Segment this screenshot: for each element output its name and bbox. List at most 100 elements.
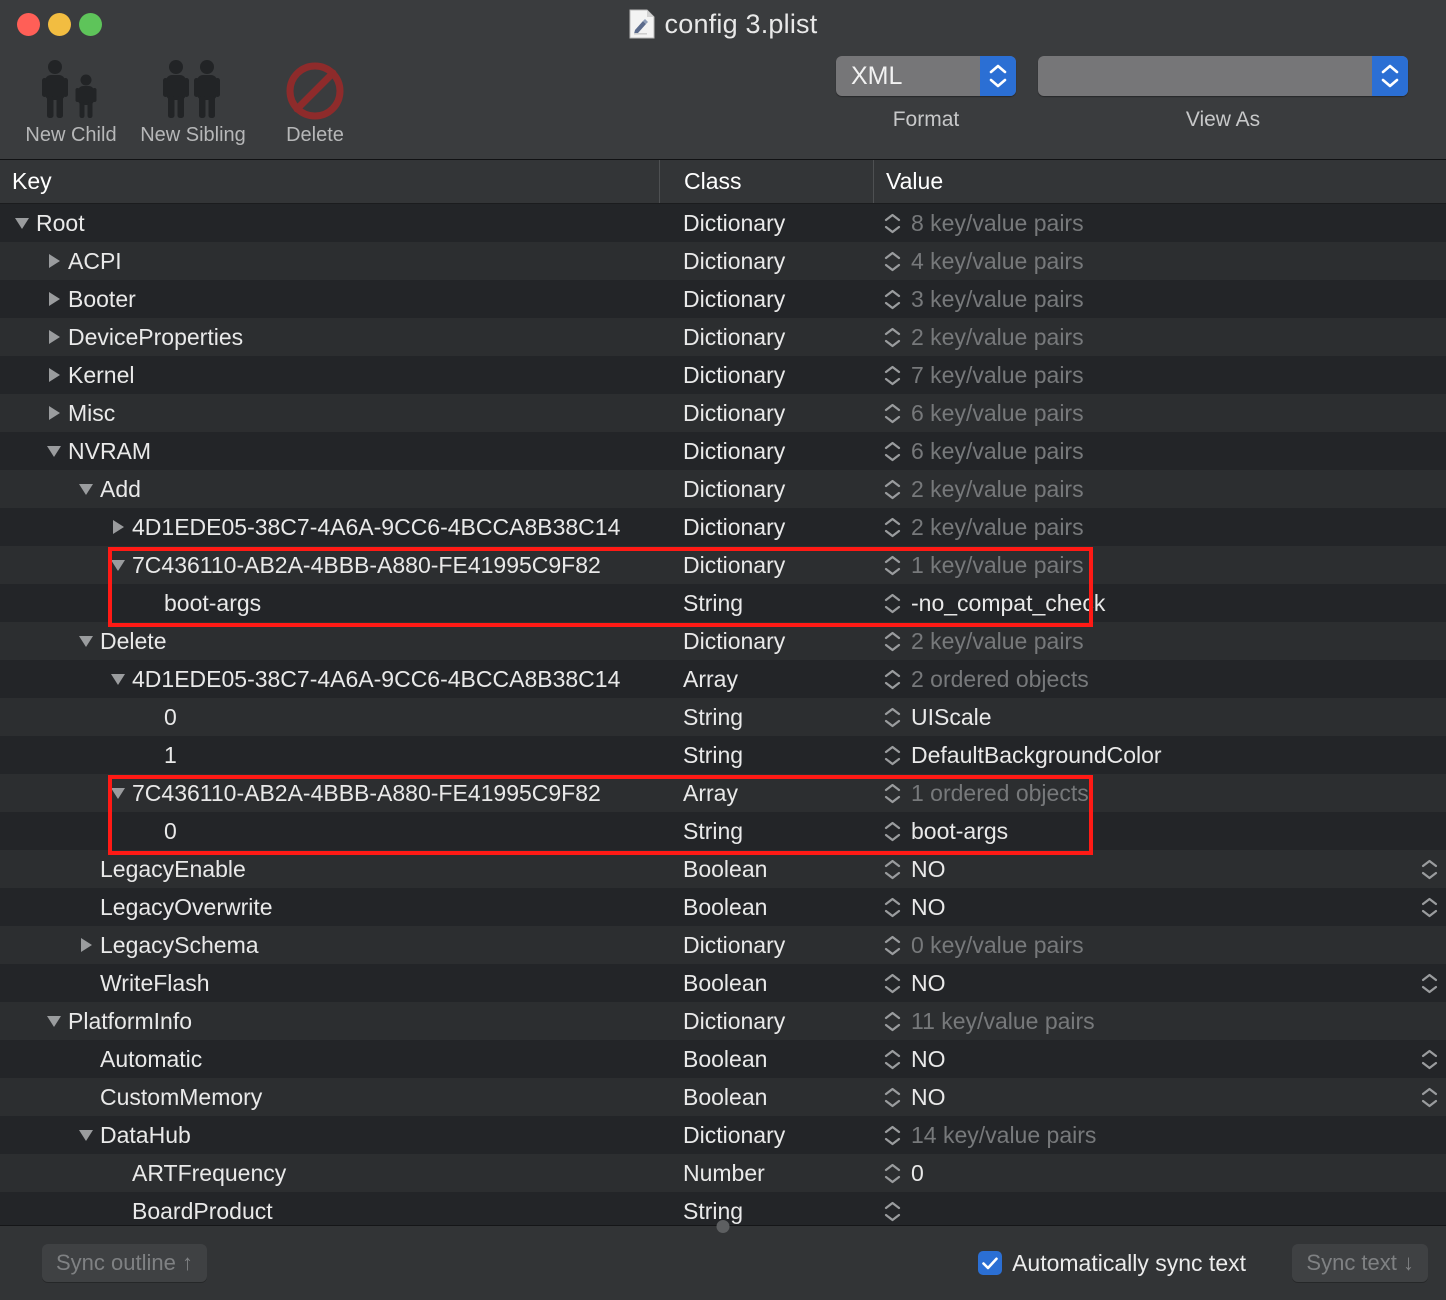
cell-value[interactable]: 6 key/value pairs: [873, 394, 1446, 432]
value-stepper-icon[interactable]: [881, 289, 903, 310]
cell-key[interactable]: LegacyOverwrite: [0, 888, 659, 926]
disclosure-triangle-open-icon[interactable]: [44, 445, 64, 457]
row-edge-stepper-icon[interactable]: [1421, 1040, 1438, 1078]
cell-key[interactable]: CustomMemory: [0, 1078, 659, 1116]
value-stepper-icon[interactable]: [881, 897, 903, 918]
value-stepper-icon[interactable]: [881, 555, 903, 576]
cell-value[interactable]: 3 key/value pairs: [873, 280, 1446, 318]
delete-button[interactable]: Delete: [254, 52, 376, 147]
table-row[interactable]: ARTFrequency Number 0: [0, 1154, 1446, 1192]
disclosure-triangle-closed-icon[interactable]: [44, 254, 64, 268]
value-stepper-icon[interactable]: [881, 631, 903, 652]
table-row[interactable]: 4D1EDE05-38C7-4A6A-9CC6-4BCCA8B38C14 Arra…: [0, 660, 1446, 698]
value-stepper-icon[interactable]: [881, 1087, 903, 1108]
row-edge-stepper-icon[interactable]: [1421, 964, 1438, 1002]
table-row[interactable]: LegacyOverwrite Boolean NO: [0, 888, 1446, 926]
cell-key[interactable]: DataHub: [0, 1116, 659, 1154]
table-row[interactable]: DataHub Dictionary 14 key/value pairs: [0, 1116, 1446, 1154]
cell-key[interactable]: LegacySchema: [0, 926, 659, 964]
new-child-button[interactable]: New Child: [10, 52, 132, 147]
value-stepper-icon[interactable]: [881, 517, 903, 538]
table-row[interactable]: 0 String UIScale: [0, 698, 1446, 736]
row-edge-stepper-icon[interactable]: [1421, 1078, 1438, 1116]
cell-key[interactable]: NVRAM: [0, 432, 659, 470]
table-row[interactable]: Booter Dictionary 3 key/value pairs: [0, 280, 1446, 318]
value-stepper-icon[interactable]: [881, 669, 903, 690]
disclosure-triangle-open-icon[interactable]: [76, 483, 96, 495]
disclosure-triangle-open-icon[interactable]: [12, 217, 32, 229]
chevron-updown-icon[interactable]: [980, 56, 1016, 96]
table-row[interactable]: 1 String DefaultBackgroundColor: [0, 736, 1446, 774]
table-row[interactable]: LegacyEnable Boolean NO: [0, 850, 1446, 888]
cell-value[interactable]: 7 key/value pairs: [873, 356, 1446, 394]
cell-key[interactable]: ACPI: [0, 242, 659, 280]
cell-value[interactable]: 2 key/value pairs: [873, 622, 1446, 660]
cell-key[interactable]: Booter: [0, 280, 659, 318]
split-view-handle[interactable]: [716, 1220, 730, 1233]
checkbox-checked-icon[interactable]: [978, 1251, 1003, 1275]
zoom-button[interactable]: [79, 12, 102, 36]
disclosure-triangle-open-icon[interactable]: [44, 1015, 64, 1027]
value-stepper-icon[interactable]: [881, 441, 903, 462]
cell-key[interactable]: 4D1EDE05-38C7-4A6A-9CC6-4BCCA8B38C14: [0, 660, 659, 698]
cell-value[interactable]: 2 key/value pairs: [873, 318, 1446, 356]
cell-value[interactable]: -no_compat_check: [873, 584, 1446, 622]
sync-outline-button[interactable]: Sync outline ↑: [42, 1244, 207, 1282]
table-row[interactable]: Root Dictionary 8 key/value pairs: [0, 204, 1446, 242]
cell-key[interactable]: Root: [0, 204, 659, 242]
row-edge-stepper-icon[interactable]: [1421, 888, 1438, 926]
cell-key[interactable]: 4D1EDE05-38C7-4A6A-9CC6-4BCCA8B38C14: [0, 508, 659, 546]
cell-value[interactable]: 14 key/value pairs: [873, 1116, 1446, 1154]
disclosure-triangle-open-icon[interactable]: [76, 1129, 96, 1141]
value-stepper-icon[interactable]: [881, 1125, 903, 1146]
table-row[interactable]: 7C436110-AB2A-4BBB-A880-FE41995C9F82 Arra…: [0, 774, 1446, 812]
value-stepper-icon[interactable]: [881, 973, 903, 994]
disclosure-triangle-closed-icon[interactable]: [76, 938, 96, 952]
cell-value[interactable]: 11 key/value pairs: [873, 1002, 1446, 1040]
value-stepper-icon[interactable]: [881, 1011, 903, 1032]
cell-value[interactable]: NO: [873, 1040, 1446, 1078]
cell-value[interactable]: 1 ordered objects: [873, 774, 1446, 812]
value-stepper-icon[interactable]: [881, 707, 903, 728]
column-header-class[interactable]: Class: [659, 160, 873, 203]
table-row[interactable]: ACPI Dictionary 4 key/value pairs: [0, 242, 1446, 280]
cell-value[interactable]: NO: [873, 964, 1446, 1002]
cell-key[interactable]: Kernel: [0, 356, 659, 394]
cell-value[interactable]: [873, 1192, 1446, 1225]
sync-text-button[interactable]: Sync text ↓: [1292, 1244, 1428, 1282]
cell-value[interactable]: NO: [873, 888, 1446, 926]
cell-value[interactable]: 0 key/value pairs: [873, 926, 1446, 964]
cell-value[interactable]: 6 key/value pairs: [873, 432, 1446, 470]
table-row[interactable]: Add Dictionary 2 key/value pairs: [0, 470, 1446, 508]
disclosure-triangle-closed-icon[interactable]: [44, 292, 64, 306]
cell-key[interactable]: 0: [0, 698, 659, 736]
cell-key[interactable]: Misc: [0, 394, 659, 432]
new-sibling-button[interactable]: New Sibling: [132, 52, 254, 147]
cell-value[interactable]: 2 key/value pairs: [873, 508, 1446, 546]
value-stepper-icon[interactable]: [881, 365, 903, 386]
table-row[interactable]: Misc Dictionary 6 key/value pairs: [0, 394, 1446, 432]
table-row[interactable]: CustomMemory Boolean NO: [0, 1078, 1446, 1116]
cell-value[interactable]: 2 key/value pairs: [873, 470, 1446, 508]
value-stepper-icon[interactable]: [881, 859, 903, 880]
table-row[interactable]: 4D1EDE05-38C7-4A6A-9CC6-4BCCA8B38C14 Dict…: [0, 508, 1446, 546]
cell-value[interactable]: DefaultBackgroundColor: [873, 736, 1446, 774]
cell-value[interactable]: 8 key/value pairs: [873, 204, 1446, 242]
cell-value[interactable]: UIScale: [873, 698, 1446, 736]
chevron-updown-icon[interactable]: [1372, 56, 1408, 96]
table-row[interactable]: Kernel Dictionary 7 key/value pairs: [0, 356, 1446, 394]
cell-key[interactable]: LegacyEnable: [0, 850, 659, 888]
format-popup-button[interactable]: XML: [836, 56, 1016, 96]
value-stepper-icon[interactable]: [881, 213, 903, 234]
cell-value[interactable]: 0: [873, 1154, 1446, 1192]
value-stepper-icon[interactable]: [881, 935, 903, 956]
disclosure-triangle-open-icon[interactable]: [108, 559, 128, 571]
disclosure-triangle-closed-icon[interactable]: [44, 406, 64, 420]
outline-body[interactable]: Root Dictionary 8 key/value pairs ACPI Dicti…: [0, 204, 1446, 1225]
table-row[interactable]: 7C436110-AB2A-4BBB-A880-FE41995C9F82 Dict…: [0, 546, 1446, 584]
table-row[interactable]: WriteFlash Boolean NO: [0, 964, 1446, 1002]
table-row[interactable]: Delete Dictionary 2 key/value pairs: [0, 622, 1446, 660]
row-edge-stepper-icon[interactable]: [1421, 850, 1438, 888]
value-stepper-icon[interactable]: [881, 251, 903, 272]
disclosure-triangle-open-icon[interactable]: [108, 673, 128, 685]
